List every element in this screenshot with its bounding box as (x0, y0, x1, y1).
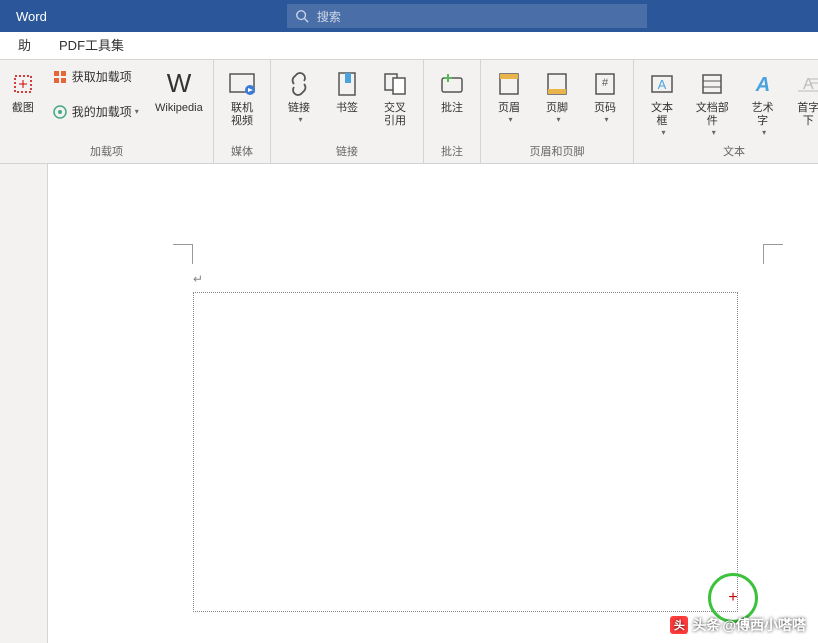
document-area: ↵ + (0, 164, 818, 643)
bookmark-icon (331, 68, 363, 100)
header-button[interactable]: 页眉 ▾ (487, 64, 531, 128)
margin-corner-tr (763, 244, 783, 264)
chevron-down-icon: ▾ (661, 128, 665, 137)
footer-button[interactable]: 页脚 ▾ (535, 64, 579, 128)
tab-pdf-tools[interactable]: PDF工具集 (45, 32, 138, 60)
chevron-down-icon: ▾ (712, 128, 716, 137)
wordart-button[interactable]: A 艺术字 ▾ (741, 64, 785, 141)
chevron-down-icon: ▾ (556, 115, 560, 124)
chevron-down-icon: ▾ (762, 128, 766, 137)
crossref-icon (379, 68, 411, 100)
chevron-down-icon: ▾ (604, 115, 608, 124)
title-bar: Word 搜索 (0, 0, 818, 32)
svg-text:W: W (167, 68, 192, 98)
online-video-button[interactable]: 联机视频 (220, 64, 264, 132)
comment-button[interactable]: 批注 (430, 64, 474, 119)
dropcap-icon: A (792, 68, 818, 100)
vertical-ruler (0, 164, 48, 643)
chevron-down-icon: ▾ (298, 115, 302, 124)
docparts-icon (696, 68, 728, 100)
wordart-icon: A (747, 68, 779, 100)
svg-text:A: A (754, 74, 769, 96)
page-viewport[interactable]: ↵ + (48, 164, 818, 643)
store-icon (52, 69, 68, 85)
search-box[interactable]: 搜索 (287, 4, 647, 28)
group-comments: 批注 批注 (424, 60, 481, 163)
margin-corner-tl (173, 244, 193, 264)
my-addins-button[interactable]: 我的加载项 ▾ (46, 101, 145, 122)
pagenum-button[interactable]: # 页码 ▾ (583, 64, 627, 128)
paragraph-mark: ↵ (193, 272, 203, 286)
textbox-button[interactable]: A 文本框 ▾ (640, 64, 684, 141)
tab-help[interactable]: 助 (4, 32, 45, 60)
comment-icon (436, 68, 468, 100)
ribbon-tabs: 助 PDF工具集 (0, 32, 818, 60)
search-placeholder: 搜索 (317, 8, 341, 25)
link-icon (283, 68, 315, 100)
get-addins-button[interactable]: 获取加载项 (46, 66, 145, 87)
dropcap-button[interactable]: A 首字下 (789, 64, 818, 132)
textbox-icon: A (646, 68, 678, 100)
addins-icon (52, 104, 68, 120)
screenshot-icon (7, 68, 39, 100)
group-media: 联机视频 媒体 (214, 60, 271, 163)
resize-cursor-icon: + (728, 589, 737, 607)
screenshot-button[interactable]: 截图 (6, 64, 40, 119)
bookmark-button[interactable]: 书签 (325, 64, 369, 119)
group-links: 链接 ▾ 书签 交叉引用 链接 (271, 60, 424, 163)
crossref-button[interactable]: 交叉引用 (373, 64, 417, 132)
link-button[interactable]: 链接 ▾ (277, 64, 321, 128)
watermark: 头 头条 @傅西小嗒嗒 (670, 615, 806, 635)
inserted-textbox[interactable] (193, 292, 738, 612)
docparts-button[interactable]: 文档部件 ▾ (688, 64, 737, 141)
svg-text:A: A (658, 77, 667, 92)
video-icon (226, 68, 258, 100)
wikipedia-button[interactable]: W Wikipedia (151, 64, 207, 119)
toutiao-icon: 头 (670, 616, 688, 634)
group-header-footer: 页眉 ▾ 页脚 ▾ # 页码 ▾ 页眉和页脚 (481, 60, 634, 163)
pagenum-icon: # (589, 68, 621, 100)
app-title: Word (16, 9, 47, 24)
ribbon: 截图 获取加载项 我的加载项 ▾ W Wikipedia 加载项 (0, 60, 818, 164)
svg-text:#: # (602, 77, 609, 89)
group-text: A 文本框 ▾ 文档部件 ▾ A 艺术字 ▾ A 首字下 文本 (634, 60, 818, 163)
wikipedia-icon: W (163, 68, 195, 100)
chevron-down-icon: ▾ (135, 107, 139, 116)
header-icon (493, 68, 525, 100)
search-icon (295, 9, 309, 23)
footer-icon (541, 68, 573, 100)
chevron-down-icon: ▾ (508, 115, 512, 124)
group-addins: 截图 获取加载项 我的加载项 ▾ W Wikipedia 加载项 (0, 60, 214, 163)
